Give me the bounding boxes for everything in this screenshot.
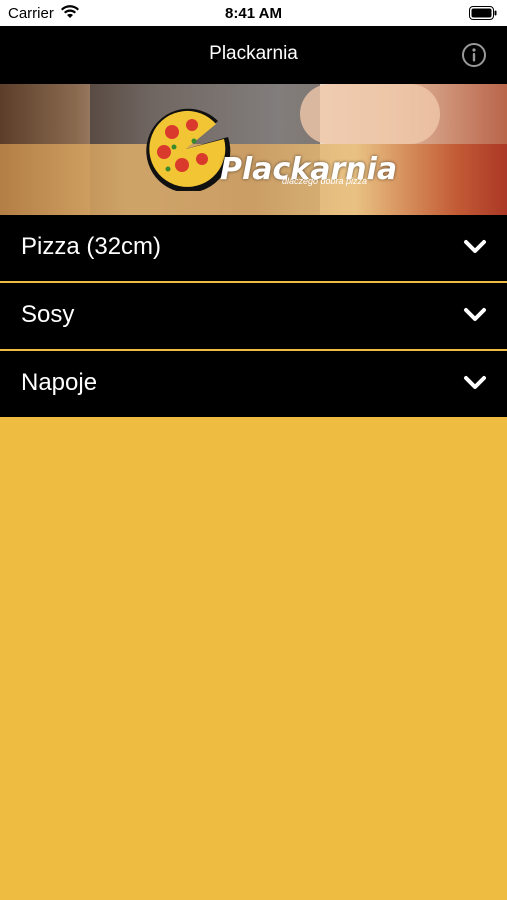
chevron-down-icon — [464, 308, 486, 321]
battery-icon — [469, 6, 497, 20]
chevron-down-icon — [464, 240, 486, 253]
chevron-down-icon — [464, 376, 486, 389]
divider — [0, 349, 507, 350]
divider — [0, 281, 507, 282]
menu-item-pizza[interactable]: Pizza (32cm) — [0, 215, 507, 281]
logo-tagline: dlaczego dobra pizza — [282, 176, 368, 186]
info-icon[interactable] — [461, 42, 487, 68]
menu-item-label: Sosy — [21, 301, 75, 328]
menu-item-label: Pizza (32cm) — [21, 233, 162, 260]
menu-item-napoje[interactable]: Napoje — [0, 351, 507, 417]
banner-hand — [300, 84, 440, 144]
status-bar: Carrier 8:41 AM — [0, 0, 507, 26]
page-title: Plackarnia — [209, 43, 298, 64]
menu-item-label: Napoje — [21, 369, 98, 396]
pizza-logo-icon — [146, 108, 231, 191]
navigation-bar: Plackarnia — [0, 26, 507, 84]
header-banner-image — [0, 84, 507, 215]
menu-item-sosy[interactable]: Sosy — [0, 283, 507, 349]
status-time: 8:41 AM — [225, 5, 282, 22]
